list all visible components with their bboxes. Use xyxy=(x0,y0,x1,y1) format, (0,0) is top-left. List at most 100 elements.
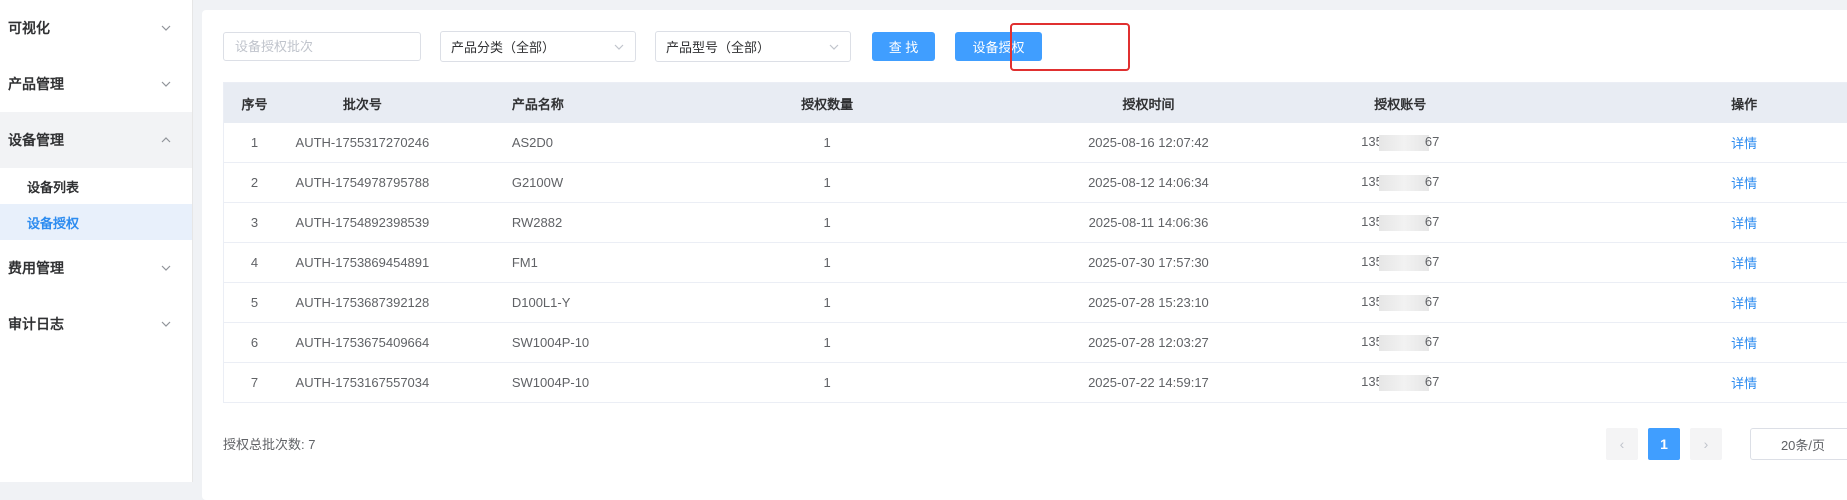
product-model-select[interactable]: 产品型号（全部） xyxy=(655,31,851,62)
detail-link[interactable]: 详情 xyxy=(1731,336,1757,351)
cell-actions: 详情 xyxy=(1562,293,1847,312)
menu-group-device-management[interactable]: 设备管理 xyxy=(0,112,192,168)
select-value: 产品型号（全部） xyxy=(666,40,771,55)
cell-auth-account: 135 67 xyxy=(1304,214,1562,231)
select-value: 产品分类（全部） xyxy=(451,40,556,55)
chevron-down-icon xyxy=(161,265,171,271)
column-header: 授权数量 xyxy=(801,96,854,112)
cell-auth-count: 1 xyxy=(823,175,831,190)
cell-batch-number: AUTH-1753687392128 xyxy=(295,295,430,310)
menu-group-label: 可视化 xyxy=(8,20,50,36)
cell-product-name: D100L1-Y xyxy=(511,295,571,310)
cell-index: 2 xyxy=(250,175,259,190)
chevron-down-icon xyxy=(161,321,171,327)
cell-index: 7 xyxy=(250,375,259,390)
cell-index: 4 xyxy=(250,255,259,270)
cell-auth-account: 135 67 xyxy=(1304,374,1562,391)
cell-auth-count: 1 xyxy=(823,295,831,310)
filter-toolbar: 产品分类（全部） 产品型号（全部） 查 找 设备授权 xyxy=(223,31,1042,62)
column-header: 操作 xyxy=(1731,96,1758,112)
cell-index: 1 xyxy=(250,135,259,150)
cell-auth-time: 2025-08-12 14:06:34 xyxy=(1088,175,1209,190)
redaction-mask xyxy=(1378,214,1429,231)
account-suffix: 67 xyxy=(1424,334,1440,350)
pagination: ‹ 1 › 20条/页 xyxy=(1606,428,1847,460)
cell-product-name: RW2882 xyxy=(511,215,563,230)
sidebar-item-device-list[interactable]: 设备列表 xyxy=(0,168,192,204)
cell-product-name: SW1004P-10 xyxy=(511,375,590,390)
cell-actions: 详情 xyxy=(1562,373,1847,392)
menu-group-audit-log[interactable]: 审计日志 xyxy=(0,296,192,352)
cell-auth-count: 1 xyxy=(823,135,831,150)
redaction-mask xyxy=(1378,294,1429,311)
menu-group-product-management[interactable]: 产品管理 xyxy=(0,56,192,112)
cell-actions: 详情 xyxy=(1562,213,1847,232)
account-suffix: 67 xyxy=(1424,254,1440,270)
cell-auth-account: 135 67 xyxy=(1304,294,1562,311)
page-number-button[interactable]: 1 xyxy=(1648,428,1680,460)
detail-link[interactable]: 详情 xyxy=(1731,176,1757,191)
prev-page-button[interactable]: ‹ xyxy=(1606,428,1638,460)
cell-auth-account: 135 67 xyxy=(1304,334,1562,351)
authorize-device-button[interactable]: 设备授权 xyxy=(955,32,1042,61)
menu-group-billing-management[interactable]: 费用管理 xyxy=(0,240,192,296)
detail-link[interactable]: 详情 xyxy=(1731,256,1757,271)
cell-auth-time: 2025-07-28 15:23:10 xyxy=(1088,295,1209,310)
chevron-down-icon xyxy=(161,81,171,87)
column-header: 产品名称 xyxy=(511,96,564,112)
redaction-mask xyxy=(1378,134,1429,151)
cell-auth-time: 2025-08-16 12:07:42 xyxy=(1088,135,1209,150)
detail-link[interactable]: 详情 xyxy=(1731,376,1757,391)
product-category-select[interactable]: 产品分类（全部） xyxy=(440,31,636,62)
cell-actions: 详情 xyxy=(1562,133,1847,152)
cell-auth-account: 135 67 xyxy=(1304,254,1562,271)
next-page-button[interactable]: › xyxy=(1690,428,1722,460)
cell-auth-count: 1 xyxy=(823,335,831,350)
table-body: 1 AUTH-1755317270246 AS2D0 1 2025-08-16 12:0… xyxy=(224,123,1847,403)
detail-link[interactable]: 详情 xyxy=(1731,296,1757,311)
menu-group-label: 设备管理 xyxy=(8,132,64,148)
cell-auth-time: 2025-07-30 17:57:30 xyxy=(1088,255,1209,270)
page-size-select[interactable]: 20条/页 xyxy=(1750,428,1847,460)
cell-auth-count: 1 xyxy=(823,375,831,390)
redaction-mask xyxy=(1378,254,1429,271)
cell-index: 5 xyxy=(250,295,259,310)
cell-product-name: SW1004P-10 xyxy=(511,335,590,350)
menu-group-visualization[interactable]: 可视化 xyxy=(0,0,192,56)
authorization-table: 序号 批次号 产品名称 授权数量 授权时间 授权账号 操作 1 AUTH-1755… xyxy=(223,82,1847,403)
batch-search-input[interactable] xyxy=(223,32,421,61)
table-row: 1 AUTH-1755317270246 AS2D0 1 2025-08-16 12:0… xyxy=(224,123,1847,163)
account-suffix: 67 xyxy=(1424,174,1440,190)
sidebar-item-device-authorization[interactable]: 设备授权 xyxy=(0,204,192,240)
table-row: 7 AUTH-1753167557034 SW1004P-10 1 2025-07-22… xyxy=(224,363,1847,403)
search-button[interactable]: 查 找 xyxy=(872,32,935,61)
column-header: 序号 xyxy=(241,96,268,112)
column-header: 批次号 xyxy=(342,96,382,112)
column-header: 授权账号 xyxy=(1374,96,1427,112)
redaction-mask xyxy=(1378,174,1429,191)
chevron-left-icon: ‹ xyxy=(1619,436,1625,452)
column-header: 授权时间 xyxy=(1122,96,1175,112)
sidebar-item-label: 设备授权 xyxy=(27,215,80,231)
detail-link[interactable]: 详情 xyxy=(1731,216,1757,231)
cell-actions: 详情 xyxy=(1562,173,1847,192)
account-suffix: 67 xyxy=(1424,214,1440,230)
account-suffix: 67 xyxy=(1424,134,1440,150)
account-suffix: 67 xyxy=(1424,294,1440,310)
total-count: 授权总批次数: 7 xyxy=(223,437,316,452)
sidebar: 可视化 产品管理 设备管理 设备列表 设备授权 费用管理 审计日志 xyxy=(0,0,193,482)
cell-auth-time: 2025-07-28 12:03:27 xyxy=(1088,335,1209,350)
menu-group-label: 审计日志 xyxy=(8,316,64,332)
table-row: 4 AUTH-1753869454891 FM1 1 2025-07-30 17:57:… xyxy=(224,243,1847,283)
cell-batch-number: AUTH-1754892398539 xyxy=(295,215,430,230)
account-suffix: 67 xyxy=(1424,374,1440,390)
cell-batch-number: AUTH-1753675409664 xyxy=(295,335,430,350)
cell-batch-number: AUTH-1754978795788 xyxy=(295,175,430,190)
cell-product-name: G2100W xyxy=(511,175,564,190)
cell-index: 3 xyxy=(250,215,259,230)
chevron-up-icon xyxy=(161,137,171,143)
cell-batch-number: AUTH-1753869454891 xyxy=(295,255,430,270)
detail-link[interactable]: 详情 xyxy=(1731,136,1757,151)
chevron-down-icon xyxy=(161,25,171,31)
cell-auth-count: 1 xyxy=(823,255,831,270)
